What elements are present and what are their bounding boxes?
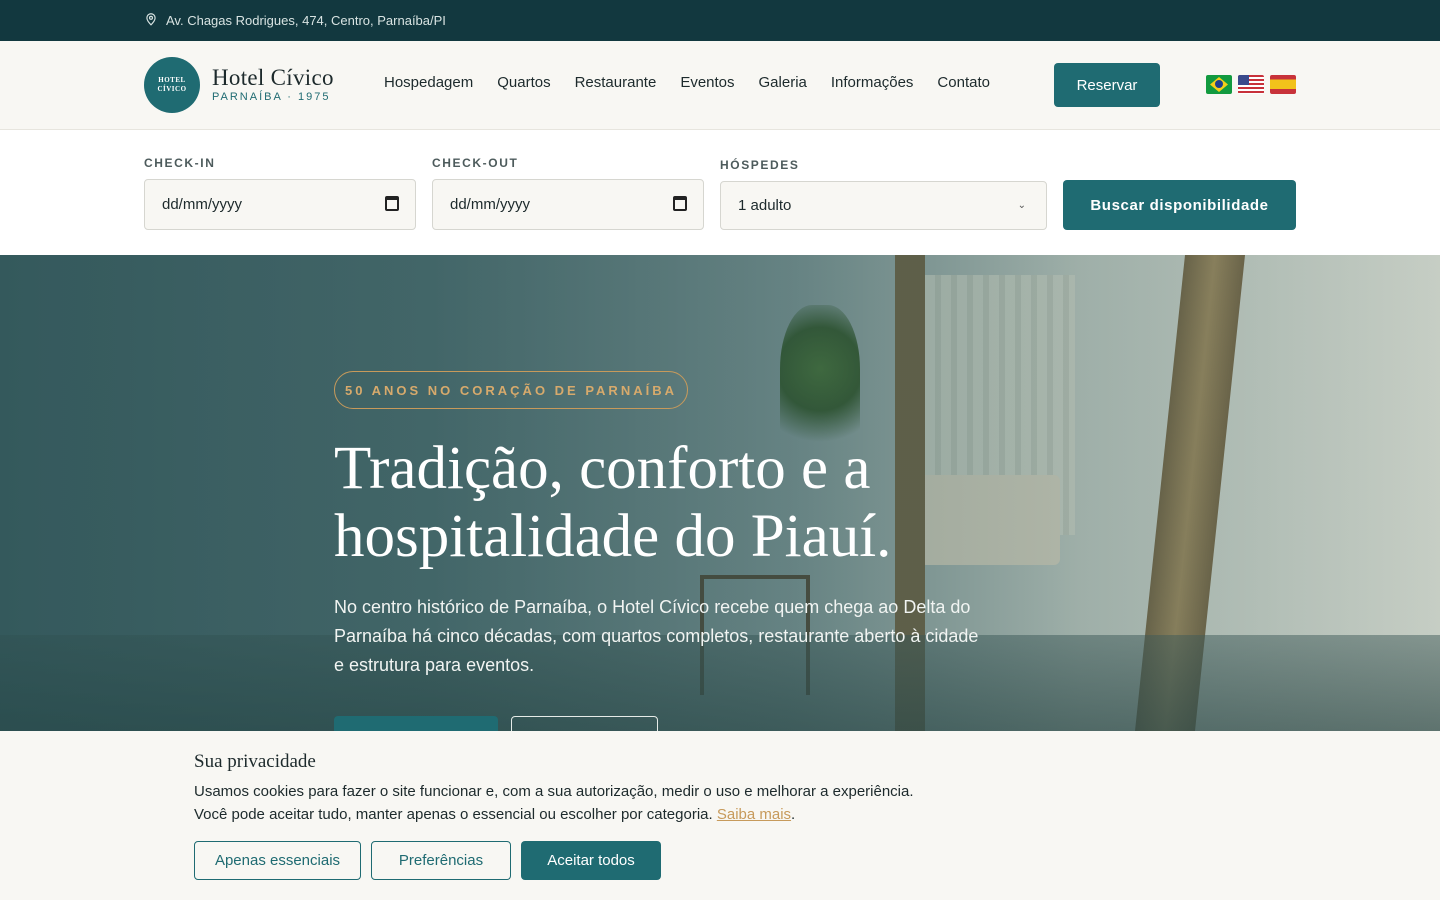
logo-badge-line2: CÍVICO [157, 85, 187, 93]
guests-value: 1 adulto [738, 197, 792, 214]
reserve-button[interactable]: Reservar [1054, 63, 1160, 107]
preferences-button[interactable]: Preferências [371, 841, 511, 880]
checkin-input[interactable]: dd/mm/yyyy [144, 179, 416, 230]
hero-primary-button[interactable] [334, 716, 498, 731]
address: Av. Chagas Rodrigues, 474, Centro, Parna… [144, 12, 446, 29]
hero-badge: 50 ANOS NO CORAÇÃO DE PARNAÍBA [334, 371, 688, 409]
checkin-value: dd/mm/yyyy [162, 196, 243, 213]
hero-description: No centro histórico de Parnaíba, o Hotel… [334, 597, 979, 675]
guests-label: HÓSPEDES [720, 158, 800, 172]
cookie-text-end: . [791, 806, 796, 823]
checkout-input[interactable]: dd/mm/yyyy [432, 179, 704, 230]
accept-all-button[interactable]: Aceitar todos [521, 841, 661, 880]
language-switcher [1206, 75, 1296, 94]
cookie-description: Usamos cookies para fazer o site funcion… [194, 783, 914, 823]
hero-section: 50 ANOS NO CORAÇÃO DE PARNAÍBA Tradição,… [0, 255, 1440, 731]
top-bar: Av. Chagas Rodrigues, 474, Centro, Parna… [0, 0, 1440, 41]
booking-bar: CHECK-IN dd/mm/yyyy CHECK-OUT dd/mm/yyyy… [0, 130, 1440, 255]
calendar-icon[interactable] [385, 196, 399, 211]
search-availability-button[interactable]: Buscar disponibilidade [1063, 180, 1296, 230]
essential-only-button[interactable]: Apenas essenciais [194, 841, 361, 880]
hero-secondary-button[interactable] [511, 716, 658, 731]
logo-badge[interactable]: HOTEL CÍVICO [144, 57, 200, 113]
site-header: HOTEL CÍVICO Hotel Cívico PARNAÍBA · 197… [0, 41, 1440, 130]
checkout-label: CHECK-OUT [432, 156, 519, 170]
guests-select[interactable]: 1 adulto ⌄ [720, 181, 1047, 230]
location-pin-icon [144, 12, 158, 29]
checkout-value: dd/mm/yyyy [450, 196, 531, 213]
checkin-label: CHECK-IN [144, 156, 216, 170]
cookie-title: Sua privacidade [194, 751, 316, 772]
nav-item-restaurante[interactable]: Restaurante [575, 74, 657, 91]
cookie-text: Usamos cookies para fazer o site funcion… [194, 780, 924, 826]
nav-item-quartos[interactable]: Quartos [497, 74, 550, 91]
learn-more-link[interactable]: Saiba mais [717, 806, 791, 823]
nav-item-eventos[interactable]: Eventos [680, 74, 734, 91]
chevron-down-icon: ⌄ [1017, 200, 1026, 211]
cookie-banner: Sua privacidade Usamos cookies para faze… [0, 731, 1440, 900]
usa-flag-icon[interactable] [1238, 75, 1264, 94]
logo-badge-line1: HOTEL [158, 76, 186, 84]
nav-item-galeria[interactable]: Galeria [759, 74, 807, 91]
spain-flag-icon[interactable] [1270, 75, 1296, 94]
nav-item-hospedagem[interactable]: Hospedagem [384, 74, 473, 91]
address-text: Av. Chagas Rodrigues, 474, Centro, Parna… [166, 13, 446, 28]
logo-title[interactable]: Hotel Cívico [212, 65, 334, 91]
calendar-icon[interactable] [673, 196, 687, 211]
brazil-flag-icon[interactable] [1206, 75, 1232, 94]
main-nav: Hospedagem Quartos Restaurante Eventos G… [384, 74, 990, 91]
logo-subtitle: PARNAÍBA · 1975 [212, 91, 331, 103]
nav-item-informacoes[interactable]: Informações [831, 74, 914, 91]
nav-item-contato[interactable]: Contato [937, 74, 990, 91]
hero-title: Tradição, conforto e a hospitalidade do … [334, 435, 892, 570]
